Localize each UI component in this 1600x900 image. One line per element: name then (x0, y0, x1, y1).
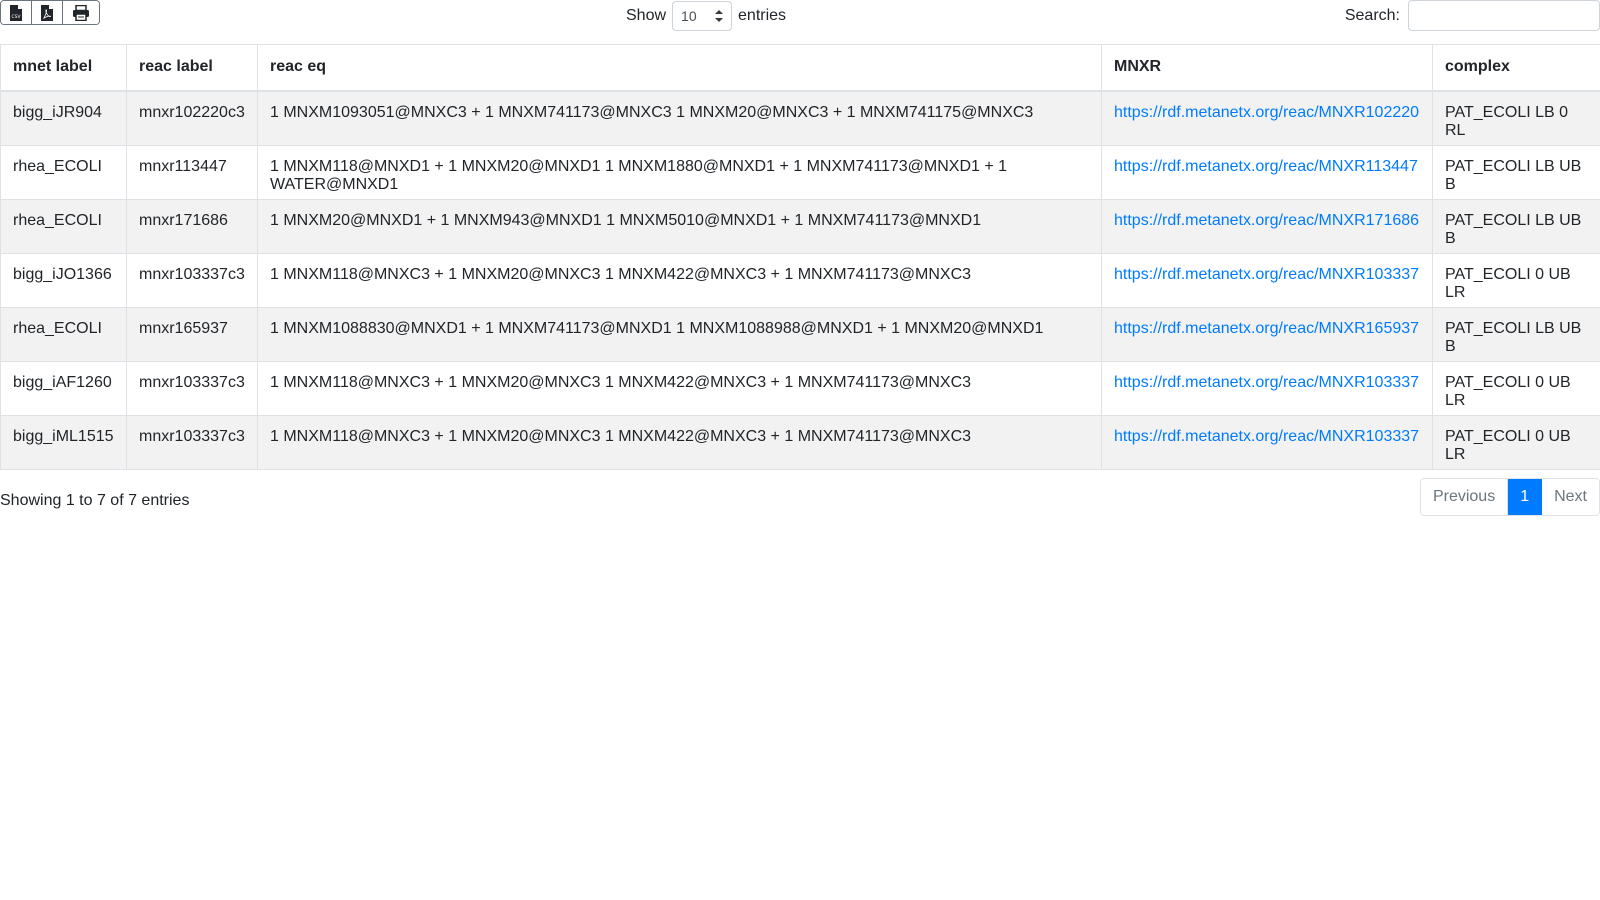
select-arrows-icon (715, 9, 724, 22)
cell-complex: PAT_ECOLI 0 UB LR (1432, 253, 1600, 308)
cell-mnxr-link[interactable]: https://rdf.metanetx.org/reac/MNXR103337 (1114, 266, 1419, 283)
table-row: rhea_ECOLI mnxr113447 1 MNXM118@MNXD1 + 1 … (0, 145, 1600, 200)
cell-mnxr: https://rdf.metanetx.org/reac/MNXR103337 (1101, 415, 1433, 470)
export-button-group: CSV (0, 0, 100, 25)
cell-mnxr: https://rdf.metanetx.org/reac/MNXR103337 (1101, 253, 1433, 308)
cell-mnxr: https://rdf.metanetx.org/reac/MNXR102220 (1101, 90, 1433, 146)
pagination: Previous 1 Next (1419, 478, 1600, 516)
table-body: bigg_iJR904 mnxr102220c3 1 MNXM1093051@MNX… (0, 90, 1600, 470)
table-row: rhea_ECOLI mnxr171686 1 MNXM20@MNXD1 + 1 M… (0, 199, 1600, 254)
table-row: bigg_iJR904 mnxr102220c3 1 MNXM1093051@MNX… (0, 90, 1600, 146)
cell-mnet-label: rhea_ECOLI (0, 199, 127, 254)
export-pdf-button[interactable] (32, 1, 63, 24)
cell-reac-eq: 1 MNXM1088830@MNXD1 + 1 MNXM741173@MNXD1… (257, 307, 1102, 362)
reactions-table: mnet label reac label reac eq MNXR complex b… (0, 44, 1600, 470)
pdf-file-icon (41, 4, 53, 21)
table-toolbar: CSV Show 10 entries Search: (0, 0, 1600, 44)
cell-reac-eq: 1 MNXM118@MNXC3 + 1 MNXM20@MNXC3 1 MNXM4… (257, 415, 1102, 470)
table-header-row: mnet label reac label reac eq MNXR complex (0, 44, 1600, 92)
cell-complex: PAT_ECOLI 0 UB LR (1432, 415, 1600, 470)
length-prefix-label: Show (626, 6, 667, 24)
cell-reac-label: mnxr113447 (126, 145, 258, 200)
cell-mnet-label: rhea_ECOLI (0, 307, 127, 362)
cell-reac-label: mnxr103337c3 (126, 415, 258, 470)
cell-mnet-label: bigg_iAF1260 (0, 361, 127, 416)
cell-mnet-label: rhea_ECOLI (0, 145, 127, 200)
next-page-button[interactable]: Next (1542, 479, 1599, 515)
cell-complex: PAT_ECOLI LB UB B (1432, 199, 1600, 254)
column-header-mnet-label[interactable]: mnet label (0, 44, 127, 92)
column-header-complex[interactable]: complex (1432, 44, 1600, 92)
cell-reac-eq: 1 MNXM118@MNXC3 + 1 MNXM20@MNXC3 1 MNXM4… (257, 253, 1102, 308)
table-row: bigg_iML1515 mnxr103337c3 1 MNXM118@MNXC3 … (0, 415, 1600, 470)
search-label: Search: (1344, 6, 1400, 24)
cell-mnxr-link[interactable]: https://rdf.metanetx.org/reac/MNXR171686 (1114, 212, 1419, 229)
cell-mnet-label: bigg_iJO1366 (0, 253, 127, 308)
cell-reac-label: mnxr171686 (126, 199, 258, 254)
entries-length-control: Show 10 entries (626, 0, 786, 31)
table-footer: Showing 1 to 7 of 7 entries Previous 1 N… (0, 470, 1600, 530)
cell-reac-label: mnxr103337c3 (126, 253, 258, 308)
cell-mnxr-link[interactable]: https://rdf.metanetx.org/reac/MNXR113447 (1114, 158, 1418, 175)
table-row: bigg_iJO1366 mnxr103337c3 1 MNXM118@MNXC3 … (0, 253, 1600, 308)
table-row: bigg_iAF1260 mnxr103337c3 1 MNXM118@MNXC3 … (0, 361, 1600, 416)
print-button[interactable] (63, 1, 99, 24)
entries-per-page-select[interactable]: 10 (672, 0, 733, 31)
cell-reac-eq: 1 MNXM118@MNXC3 + 1 MNXM20@MNXC3 1 MNXM4… (257, 361, 1102, 416)
cell-reac-eq: 1 MNXM118@MNXD1 + 1 MNXM20@MNXD1 1 MNXM1… (257, 145, 1102, 200)
cell-reac-eq: 1 MNXM20@MNXD1 + 1 MNXM943@MNXD1 1 MNXM5… (257, 199, 1102, 254)
cell-mnxr: https://rdf.metanetx.org/reac/MNXR103337 (1101, 361, 1433, 416)
column-header-reac-eq[interactable]: reac eq (257, 44, 1102, 92)
column-header-mnxr[interactable]: MNXR (1101, 44, 1433, 92)
search-control: Search: (1345, 0, 1600, 31)
cell-mnxr: https://rdf.metanetx.org/reac/MNXR165937 (1101, 307, 1433, 362)
column-header-reac-label[interactable]: reac label (126, 44, 258, 92)
cell-reac-eq: 1 MNXM1093051@MNXC3 + 1 MNXM741173@MNXC3… (257, 90, 1102, 146)
cell-mnxr: https://rdf.metanetx.org/reac/MNXR171686 (1101, 199, 1433, 254)
export-csv-button[interactable]: CSV (1, 1, 32, 24)
cell-mnxr-link[interactable]: https://rdf.metanetx.org/reac/MNXR165937 (1114, 320, 1419, 337)
cell-complex: PAT_ECOLI LB UB B (1432, 145, 1600, 200)
print-icon (73, 4, 89, 21)
cell-mnxr-link[interactable]: https://rdf.metanetx.org/reac/MNXR102220 (1114, 104, 1419, 121)
cell-complex: PAT_ECOLI LB 0 RL (1432, 90, 1600, 146)
cell-mnet-label: bigg_iJR904 (0, 90, 127, 146)
cell-mnxr: https://rdf.metanetx.org/reac/MNXR113447 (1101, 145, 1433, 200)
table-info: Showing 1 to 7 of 7 entries (0, 492, 190, 509)
cell-reac-label: mnxr165937 (126, 307, 258, 362)
cell-mnxr-link[interactable]: https://rdf.metanetx.org/reac/MNXR103337 (1114, 428, 1419, 445)
cell-reac-label: mnxr103337c3 (126, 361, 258, 416)
length-suffix-label: entries (738, 6, 787, 24)
csv-file-icon: CSV (10, 4, 22, 21)
svg-text:CSV: CSV (11, 14, 21, 20)
cell-mnet-label: bigg_iML1515 (0, 415, 127, 470)
table-row: rhea_ECOLI mnxr165937 1 MNXM1088830@MNXD1 … (0, 307, 1600, 362)
page-1-button[interactable]: 1 (1508, 479, 1543, 515)
search-input[interactable] (1408, 0, 1600, 31)
entries-per-page-value: 10 (681, 7, 697, 24)
cell-reac-label: mnxr102220c3 (126, 90, 258, 146)
cell-mnxr-link[interactable]: https://rdf.metanetx.org/reac/MNXR103337 (1114, 374, 1419, 391)
cell-complex: PAT_ECOLI LB UB B (1432, 307, 1600, 362)
previous-page-button[interactable]: Previous (1420, 479, 1509, 515)
cell-complex: PAT_ECOLI 0 UB LR (1432, 361, 1600, 416)
